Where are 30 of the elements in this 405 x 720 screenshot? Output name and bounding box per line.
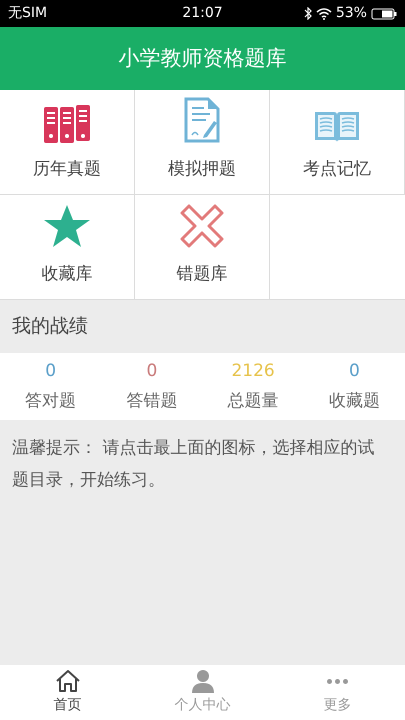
tip-text: 温馨提示： 请点击最上面的图标，选择相应的试题目录，开始练习。: [12, 437, 376, 492]
binders-icon: [43, 104, 91, 142]
stat-label: 答错题: [126, 390, 178, 412]
clock-text: 21:07: [182, 4, 223, 23]
header-title: 小学教师资格题库: [118, 44, 286, 72]
cross-icon: [180, 204, 224, 248]
stat-label: 收藏题: [328, 390, 380, 412]
menu-item[interactable]: 收藏库: [0, 195, 135, 300]
stat-label: 答对题: [25, 390, 76, 412]
battery-percent-text: 53%: [336, 4, 367, 23]
more-icon: [327, 678, 348, 684]
menu-item[interactable]: 错题库: [135, 195, 270, 300]
bluetooth-icon: [304, 7, 312, 20]
document-pen-icon: [184, 96, 220, 142]
carrier-text: 无SIM: [8, 4, 48, 23]
stat-value: 0: [348, 360, 360, 383]
home-icon: [54, 669, 80, 693]
tab-item[interactable]: 首页: [0, 665, 135, 720]
stat-label: 总题量: [228, 390, 279, 412]
stat-value: 0: [146, 360, 158, 383]
battery-icon: [370, 8, 397, 20]
menu-item[interactable]: 历年真题: [0, 90, 135, 195]
stat-value: 2126: [231, 360, 275, 383]
menu-item[interactable]: 模拟押题: [135, 90, 270, 195]
stat-value: 0: [45, 360, 56, 383]
menu-item[interactable]: 考点记忆: [270, 90, 405, 195]
star-icon: [43, 204, 91, 248]
person-icon: [190, 669, 216, 693]
section-title: 我的战绩: [12, 314, 88, 340]
wifi-icon: [316, 8, 332, 20]
